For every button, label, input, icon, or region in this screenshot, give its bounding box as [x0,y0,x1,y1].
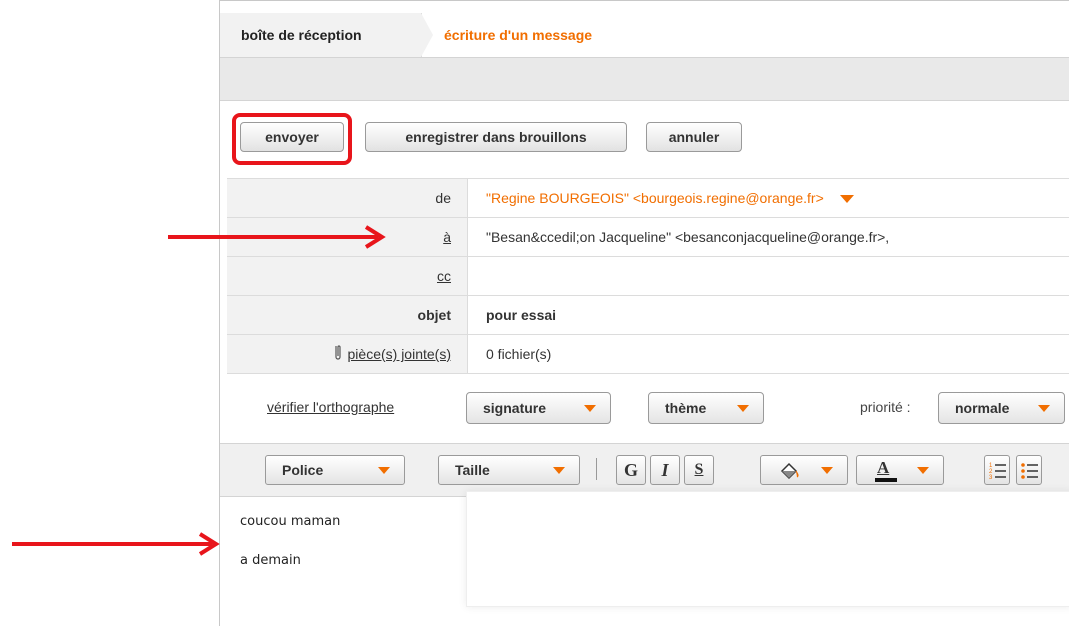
attachments-label[interactable]: pièce(s) jointe(s) [227,335,467,373]
send-button-label: envoyer [265,129,319,145]
toolbar-separator [596,458,597,480]
font-dropdown[interactable]: Police [265,455,405,485]
chevron-down-icon [821,467,833,474]
priority-value: normale [955,400,1010,416]
size-dropdown[interactable]: Taille [438,455,580,485]
chevron-down-icon [378,467,390,474]
cancel-button-label: annuler [668,129,720,145]
arrow-to-recipient [168,225,386,249]
signature-dropdown[interactable]: signature [466,392,611,424]
chevron-down-icon [553,467,565,474]
save-draft-button-label: enregistrer dans brouillons [405,129,587,145]
attachments-count: 0 fichier(s) [467,335,1069,373]
cc-link[interactable]: cc [437,268,451,284]
editor-toolbar: Police Taille G I S A 1 2 3 [220,443,1069,497]
from-row: de "Regine BOURGEOIS" <bourgeois.regine@… [227,178,1069,217]
strike-button[interactable]: S [684,455,714,485]
bullet-list-button[interactable] [1016,455,1042,485]
subject-field[interactable]: pour essai [467,296,1069,334]
compose-panel: boîte de réception écriture d'un message… [219,0,1069,626]
attachments-row: pièce(s) jointe(s) 0 fichier(s) [227,334,1069,374]
arrow-to-body [12,532,220,556]
from-label: de [227,179,467,217]
from-select[interactable]: "Regine BOURGEOIS" <bourgeois.regine@ora… [467,179,1069,217]
font-dropdown-label: Police [282,462,324,478]
signature-label: signature [483,400,547,416]
to-link[interactable]: à [443,229,451,245]
bold-icon: G [623,460,638,480]
font-color-icon: A [877,458,890,477]
theme-label: thème [665,400,707,416]
font-color-dropdown[interactable]: A [856,455,944,485]
tab-compose[interactable]: écriture d'un message [444,13,592,57]
fill-color-dropdown[interactable] [760,455,848,485]
chevron-down-icon [917,467,929,474]
bold-button[interactable]: G [616,455,646,485]
tab-inbox-label: boîte de réception [241,27,362,43]
priority-label: priorité : [860,399,911,415]
size-dropdown-label: Taille [455,462,490,478]
body-line-1: coucou maman [240,514,341,529]
strike-icon: S [694,461,704,478]
send-button[interactable]: envoyer [240,122,344,152]
subject-row: objet pour essai [227,295,1069,334]
subject-label: objet [227,296,467,334]
body-shadow-box [466,491,1069,607]
tab-compose-label: écriture d'un message [444,27,593,43]
toolbar-spacer [220,57,1069,101]
bullet-list-icon [1020,460,1040,483]
message-header-fields: de "Regine BOURGEOIS" <bourgeois.regine@… [227,178,1069,374]
spellcheck-link[interactable]: vérifier l'orthographe [267,399,394,415]
svg-text:3: 3 [989,475,993,480]
message-body[interactable]: coucou maman a demain [220,491,1069,626]
message-options: vérifier l'orthographe signature thème p… [220,371,1069,443]
cancel-button[interactable]: annuler [646,122,742,152]
chevron-down-icon[interactable] [839,195,854,204]
from-value: "Regine BOURGEOIS" <bourgeois.regine@ora… [486,190,824,206]
breadcrumb-tabs: boîte de réception écriture d'un message [220,13,1069,57]
cc-row: cc [227,256,1069,295]
cc-label[interactable]: cc [227,257,467,295]
body-line-2: a demain [240,553,301,568]
chevron-down-icon [737,405,749,412]
chevron-down-icon [1038,405,1050,412]
italic-button[interactable]: I [650,455,680,485]
theme-dropdown[interactable]: thème [648,392,764,424]
save-draft-button[interactable]: enregistrer dans brouillons [365,122,627,152]
tab-inbox[interactable]: boîte de réception [220,13,433,57]
font-color-swatch [875,478,897,482]
paint-bucket-icon [779,461,801,484]
ordered-list-icon: 123 [988,460,1008,483]
ordered-list-button[interactable]: 123 [984,455,1010,485]
to-field[interactable]: "Besan&ccedil;on Jacqueline" <besanconja… [467,218,1069,256]
chevron-down-icon [584,405,596,412]
italic-icon: I [661,460,669,480]
attachments-link[interactable]: pièce(s) jointe(s) [348,346,451,362]
priority-dropdown[interactable]: normale [938,392,1065,424]
cc-field[interactable] [467,257,1069,295]
paperclip-icon [334,336,342,374]
